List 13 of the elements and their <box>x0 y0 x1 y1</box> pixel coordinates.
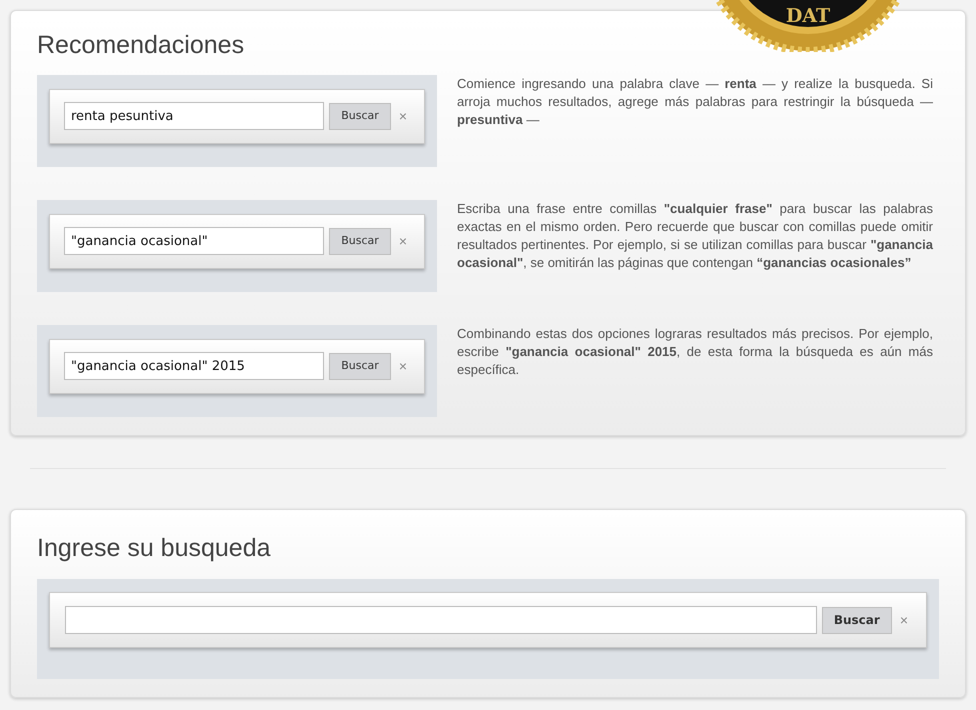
search-button[interactable]: Buscar <box>329 352 391 380</box>
search-input[interactable] <box>65 606 817 634</box>
section-title: Recomendaciones <box>37 30 246 61</box>
search-button[interactable]: Buscar <box>329 228 391 254</box>
search-input[interactable]: renta pesuntiva <box>64 102 324 130</box>
example-description: Combinando estas dos opciones lograras resultados más precisos. Por ejemplo, escribe "ganancia ocasional" 2015, de esta forma la búsqueda es aún más específica. <box>457 324 933 378</box>
search-button[interactable]: Buscar <box>822 606 892 634</box>
section-title: Ingrese su busqueda <box>37 532 272 564</box>
search-input[interactable]: "ganancia ocasional" <box>64 227 324 255</box>
example-description: Escriba una frase entre comillas "cualquier frase" para buscar las palabras exactas en el mismo orden. Pero recuerde que buscar con comillas puede omitir resultados pertinentes. Por ejemplo, si se utilizan comillas para buscar "ganancia ocasional", se omitirán las páginas que contengan “ganancias ocasionales” <box>457 200 933 272</box>
example-description: Comience ingresando una palabra clave — renta — y realize la busqueda. Si arroja muchos resultados, agrege más palabras para restringir la búsqueda — presuntiva — <box>457 74 933 128</box>
search-input[interactable]: "ganancia ocasional" 2015 <box>64 352 324 380</box>
search-button[interactable]: Buscar <box>329 102 391 130</box>
